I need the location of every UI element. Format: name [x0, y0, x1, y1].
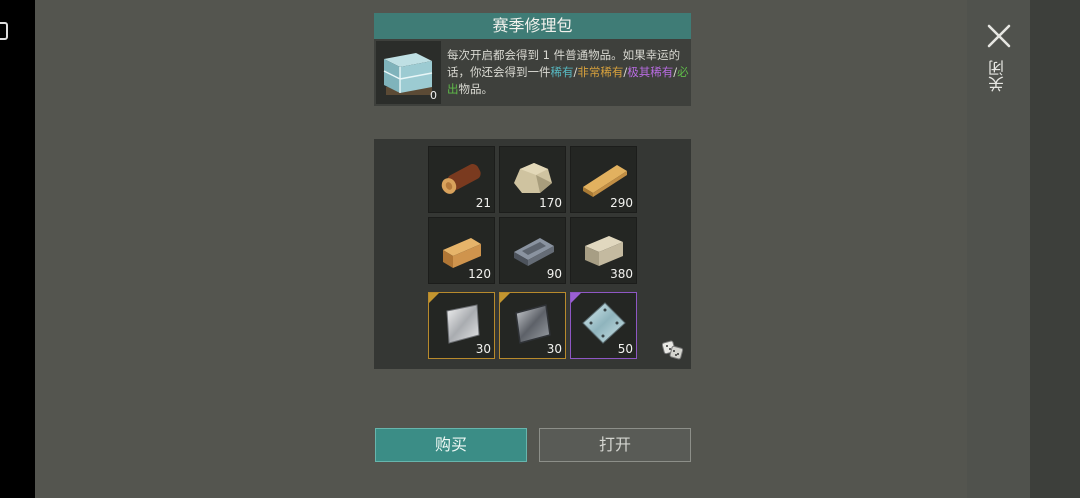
item-slot-iron-ingot[interactable]: 90: [499, 217, 566, 284]
item-slot-stone-block[interactable]: 380: [570, 217, 637, 284]
item-qty: 120: [468, 267, 491, 281]
item-slot-log[interactable]: 21: [428, 146, 495, 213]
item-qty: 21: [475, 196, 491, 210]
checkbox-icon: [0, 22, 8, 40]
pack-info: 0 每次开启都会得到 1 件普通物品。如果幸运的话，你还会得到一件稀有/非常稀有…: [374, 39, 691, 106]
left-black-strip: [0, 0, 35, 498]
close-button[interactable]: 关闭: [985, 20, 1015, 100]
open-button[interactable]: 打开: [539, 428, 691, 462]
close-icon: [987, 24, 1011, 48]
item-qty: 380: [610, 267, 633, 281]
pack-count: 0: [430, 89, 437, 102]
item-slot-plank[interactable]: 290: [570, 146, 637, 213]
item-slot-stone[interactable]: 170: [499, 146, 566, 213]
repair-pack-thumbnail: 0: [376, 41, 441, 104]
buy-button[interactable]: 购买: [375, 428, 527, 462]
close-label: 关闭: [988, 60, 1007, 92]
item-slot-steel-plate[interactable]: 30: [428, 292, 495, 359]
dice-icon[interactable]: [662, 339, 684, 361]
right-edge: [1030, 0, 1080, 498]
item-qty: 30: [546, 342, 562, 356]
item-qty: 50: [617, 342, 633, 356]
item-qty: 30: [475, 342, 491, 356]
item-slot-wood-beam[interactable]: 120: [428, 217, 495, 284]
item-qty: 290: [610, 196, 633, 210]
pack-description: 每次开启都会得到 1 件普通物品。如果幸运的话，你还会得到一件稀有/非常稀有/极…: [447, 48, 689, 96]
item-slot-glass-plate[interactable]: 50: [570, 292, 637, 359]
item-qty: 90: [546, 267, 562, 281]
item-qty: 170: [539, 196, 562, 210]
item-grid: 21 170 290 120 90 380 30 30 50: [374, 139, 691, 369]
dialog-title: 赛季修理包: [374, 13, 691, 39]
item-slot-iron-plate[interactable]: 30: [499, 292, 566, 359]
